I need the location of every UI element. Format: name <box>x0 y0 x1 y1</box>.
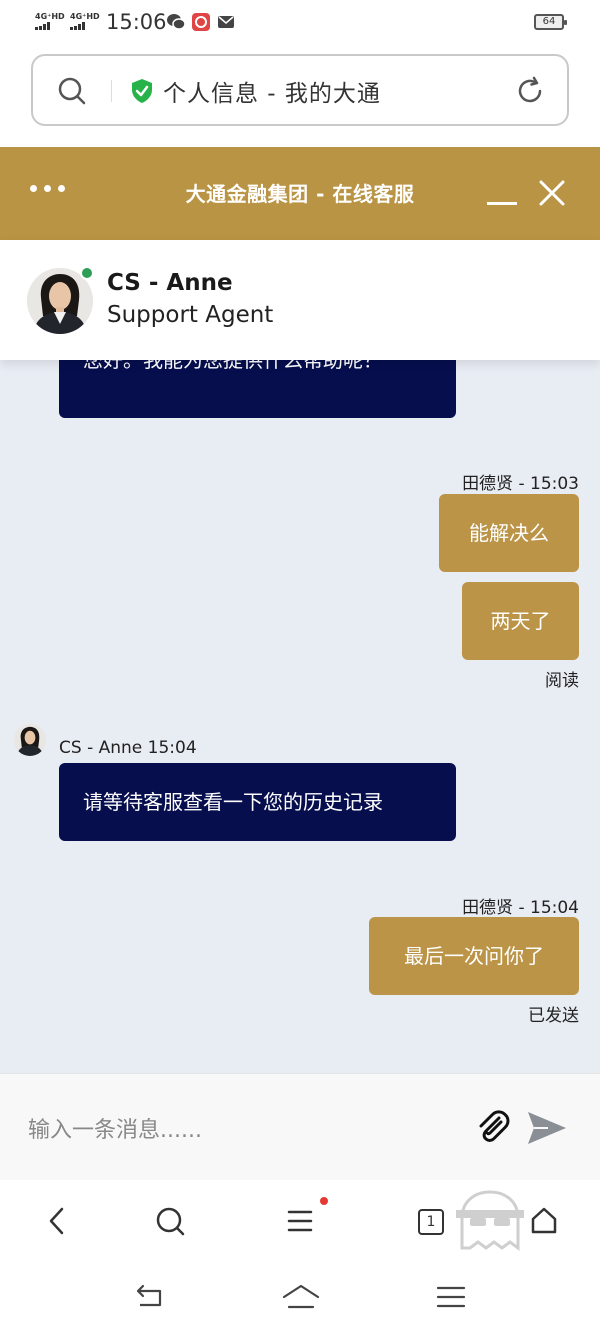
notification-dot <box>320 1197 328 1205</box>
agent-message-bubble: 请等待客服查看一下您的历史记录 <box>59 763 456 841</box>
message-meta: CS - Anne 15:04 <box>59 738 197 758</box>
system-recents-icon[interactable] <box>436 1283 466 1311</box>
signal-indicator-2: 4G⁺HD <box>70 12 100 30</box>
tabs-button[interactable]: 1 <box>418 1209 444 1235</box>
chat-header: 大通金融集团 - 在线客服 <box>0 147 600 240</box>
mail-icon <box>218 16 234 28</box>
message-meta: 田德贤 - 15:03 <box>462 474 579 494</box>
agent-message-bubble: 您好。我能为您提供什么帮助呢？ <box>59 360 456 418</box>
battery-icon: 64 <box>534 14 567 30</box>
signal-indicator-1: 4G⁺HD <box>35 12 65 30</box>
back-icon[interactable] <box>46 1206 68 1236</box>
sent-receipt: 已发送 <box>528 1006 579 1026</box>
address-bar[interactable]: 个人信息 - 我的大通 <box>31 54 569 126</box>
app-notification-icon <box>192 13 210 31</box>
system-back-icon[interactable] <box>134 1283 166 1311</box>
signal-bars-icon <box>35 22 65 30</box>
user-message-bubble: 最后一次问你了 <box>369 917 579 995</box>
search-icon[interactable] <box>155 1206 185 1236</box>
read-receipt: 阅读 <box>545 671 579 691</box>
send-icon[interactable] <box>526 1110 568 1146</box>
search-icon[interactable] <box>57 76 87 106</box>
person-icon <box>14 724 46 756</box>
message-composer: 输入一条消息...... <box>0 1073 600 1180</box>
message-text: 您好。我能为您提供什么帮助呢？ <box>83 360 383 372</box>
browser-toolbar: 1 <box>0 1180 600 1263</box>
agent-role: Support Agent <box>107 302 274 328</box>
clock: 15:06 <box>106 10 167 34</box>
shield-check-icon <box>132 79 152 103</box>
user-message-bubble: 能解决么 <box>439 494 579 572</box>
page-title[interactable]: 个人信息 - 我的大通 <box>163 74 381 108</box>
system-navigation-bar <box>0 1263 600 1333</box>
close-icon[interactable] <box>538 179 566 207</box>
attachment-icon[interactable] <box>474 1108 512 1146</box>
wechat-icon <box>167 14 186 30</box>
menu-icon[interactable] <box>287 1206 315 1236</box>
user-message-bubble: 两天了 <box>462 582 579 660</box>
agent-info-bar: CS - Anne Support Agent <box>0 240 600 360</box>
reload-icon[interactable] <box>515 76 545 106</box>
message-meta: 田德贤 - 15:04 <box>462 898 579 918</box>
message-input[interactable]: 输入一条消息...... <box>28 1112 202 1144</box>
online-status-dot <box>80 266 94 280</box>
system-home-icon[interactable] <box>281 1283 321 1313</box>
network-label-1: 4G⁺HD <box>35 12 65 21</box>
network-label-2: 4G⁺HD <box>70 12 100 21</box>
divider <box>111 80 112 102</box>
agent-name: CS - Anne <box>107 270 233 296</box>
status-bar: 4G⁺HD 4G⁺HD 15:06 64 <box>0 0 600 44</box>
minimize-icon[interactable] <box>487 191 517 205</box>
incognito-mascot-icon <box>456 1190 524 1251</box>
chat-messages[interactable]: 您好。我能为您提供什么帮助呢？ 田德贤 - 15:03 能解决么 两天了 阅读 … <box>0 360 600 1073</box>
home-icon[interactable] <box>530 1206 558 1236</box>
signal-bars-icon <box>70 22 100 30</box>
agent-avatar-small <box>14 724 46 756</box>
